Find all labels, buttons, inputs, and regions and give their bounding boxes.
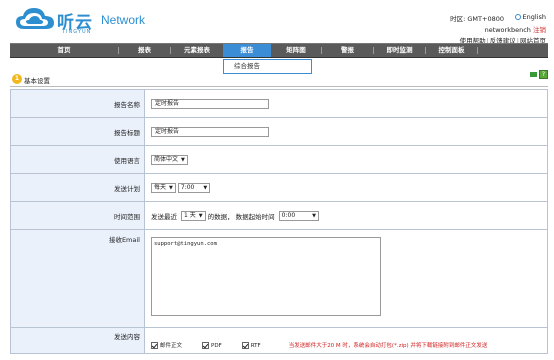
row-report-name: 报告名称 定时报告: [11, 90, 547, 118]
row-email: 接收Email support@tingyun.com: [11, 230, 547, 328]
range-start-value: 0:00: [281, 211, 296, 219]
nav-reports[interactable]: 报表: [119, 44, 170, 57]
label-report-title: 报告标题: [11, 118, 145, 145]
send-time-value: 7:00: [180, 183, 195, 191]
size-warning: 当发送邮件大于20 M 时，系统会自动打包(*.zip) 并将下载链接附到邮件正…: [288, 343, 488, 349]
nav-divider: [477, 47, 478, 54]
row-report-title: 报告标题 定时报告: [11, 118, 547, 146]
range-middle-text: 的数据， 数据起始时间: [207, 212, 275, 221]
label-email: 接收Email: [11, 230, 145, 327]
globe-icon: [514, 14, 521, 20]
section-title: 基本设置: [24, 77, 50, 85]
send-time-select[interactable]: 7:00 ▼: [177, 182, 211, 193]
nav-element-reports[interactable]: 元素报表: [171, 44, 223, 57]
user-row: networkbench 注销: [450, 25, 546, 36]
content-option-pdf[interactable]: PDF: [202, 342, 222, 349]
nav-home[interactable]: 首页: [10, 44, 118, 57]
section-tools: ?: [530, 70, 548, 79]
range-days-select[interactable]: 1 天 ▼: [181, 210, 206, 221]
timezone: 时区: GMT+0800: [450, 15, 504, 23]
range-start-select[interactable]: 0:00 ▼: [278, 210, 320, 221]
chevron-down-icon: ▼: [181, 156, 185, 163]
main-nav: 首页 报表 元素报表 报告 矩阵图 警报 即时监测 控制面板: [10, 43, 548, 58]
nav-alerts[interactable]: 警报: [322, 44, 373, 57]
nav-report[interactable]: 报告: [223, 44, 271, 57]
row-range: 时间范围 发送最近 1 天 ▼ 的数据， 数据起始时间 0:00 ▼: [11, 202, 547, 230]
chevron-down-icon: ▼: [198, 212, 203, 219]
report-name-input[interactable]: 定时报告: [151, 98, 269, 109]
dropdown-item-summary-report[interactable]: 综合报告: [224, 60, 311, 73]
toggle-icon[interactable]: [530, 72, 537, 77]
range-prefix: 发送最近: [151, 212, 177, 221]
language-select[interactable]: 简体中文 ▼: [151, 154, 188, 165]
language-link[interactable]: English: [523, 13, 546, 21]
username: networkbench: [484, 26, 531, 34]
language-value: 简体中文: [154, 155, 179, 163]
logout-link[interactable]: 注销: [533, 26, 546, 34]
brand-sub: TINGYUN: [62, 29, 92, 35]
logo[interactable]: 听云 Network TINGYUN: [14, 5, 154, 39]
row-schedule: 发送计划 每天 ▼ 7:00 ▼: [11, 174, 547, 202]
language-switch[interactable]: English: [514, 12, 546, 23]
help-icon[interactable]: ?: [539, 70, 548, 79]
option-label: RTF: [250, 342, 261, 349]
range-days-value: 1 天: [184, 211, 196, 219]
nav-instant-monitor[interactable]: 即时监测: [374, 44, 425, 57]
label-content: 发送内容: [11, 328, 145, 353]
brand-name-en: Network: [101, 13, 146, 27]
frequency-select[interactable]: 每天 ▼: [151, 182, 176, 193]
frequency-value: 每天: [154, 183, 167, 191]
label-report-name: 报告名称: [11, 90, 145, 117]
report-title-input[interactable]: 定时报告: [151, 126, 269, 137]
nav-control-panel[interactable]: 控制面板: [426, 44, 477, 57]
section-number-badge: 1: [12, 74, 22, 84]
checkbox-checked[interactable]: [151, 341, 158, 349]
chevron-down-icon: ▼: [312, 212, 317, 219]
checkbox-checked[interactable]: [202, 342, 210, 349]
settings-form: 报告名称 定时报告 报告标题 定时报告 使用语言 简体中文 ▼ 发送计划 每天 ▼ …: [10, 89, 548, 354]
report-dropdown: 综合报告: [223, 59, 312, 74]
option-label: 邮件正文: [160, 343, 183, 349]
nav-matrix[interactable]: 矩阵图: [271, 44, 321, 57]
chevron-down-icon: ▼: [169, 184, 173, 191]
label-schedule: 发送计划: [11, 174, 145, 201]
cloud-logo-icon: [16, 8, 54, 29]
option-label: PDF: [211, 342, 222, 349]
content-option-body[interactable]: 邮件正文: [151, 341, 182, 349]
checkbox-checked[interactable]: [241, 342, 249, 349]
section-header: 1 基本设置 ?: [10, 70, 548, 87]
email-textarea[interactable]: support@tingyun.com: [151, 237, 381, 316]
content-option-rtf[interactable]: RTF: [241, 342, 261, 349]
label-language: 使用语言: [11, 146, 145, 173]
row-content: 发送内容 邮件正文 PDF RTF 当发送邮件大于20 M 时，系统会自动打包(…: [11, 328, 547, 354]
row-language: 使用语言 简体中文 ▼: [11, 146, 547, 174]
label-range: 时间范围: [11, 202, 145, 229]
chevron-down-icon: ▼: [203, 184, 208, 191]
